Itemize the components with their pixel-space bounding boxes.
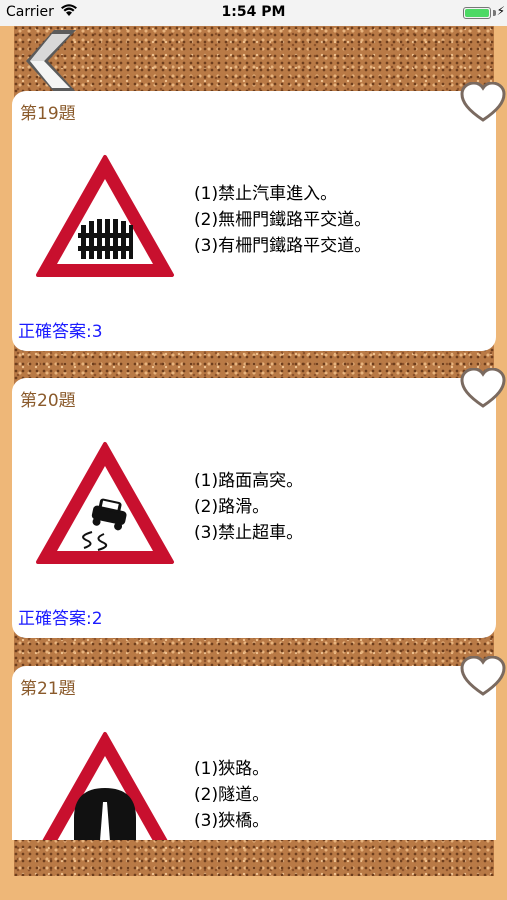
charging-icon: ⚡: [496, 4, 505, 18]
option-3: (3)狹橋。: [194, 811, 270, 831]
option-2: (2)隧道。: [194, 785, 270, 805]
option-2: (2)無柵門鐵路平交道。: [194, 210, 372, 230]
favorite-heart-icon[interactable]: [460, 82, 506, 124]
question-card-20: 第20題 (1)路面高突。 (2)路滑。 (3)禁止超車。 正確答案:2: [12, 378, 496, 638]
tunnel-sign-icon: [42, 732, 168, 840]
option-1: (1)狹路。: [194, 759, 270, 779]
question-card-19: 第19題 (1)禁止汽車進入。 (2)無柵門鐵路平交道。 (3)有柵門鐵路平交道…: [12, 91, 496, 351]
status-time: 1:54 PM: [221, 4, 286, 20]
question-card-21: 第21題 (1)狹路。 (2)隧道。 (3)狹橋。: [12, 666, 496, 840]
option-3: (3)禁止超車。: [194, 523, 304, 543]
question-number: 第21題: [20, 679, 76, 699]
option-3: (3)有柵門鐵路平交道。: [194, 236, 372, 256]
correct-answer: 正確答案:3: [18, 322, 103, 342]
answer-options: (1)路面高突。 (2)路滑。 (3)禁止超車。: [194, 468, 303, 546]
option-2: (2)路滑。: [194, 497, 270, 517]
correct-answer: 正確答案:2: [18, 609, 103, 629]
railway-crossing-sign-icon: [36, 155, 174, 277]
option-1: (1)禁止汽車進入。: [194, 184, 338, 204]
slippery-road-sign-icon: [36, 442, 174, 564]
answer-options: (1)禁止汽車進入。 (2)無柵門鐵路平交道。 (3)有柵門鐵路平交道。: [194, 181, 371, 259]
answer-options: (1)狹路。 (2)隧道。 (3)狹橋。: [194, 756, 269, 834]
favorite-heart-icon[interactable]: [460, 656, 506, 698]
favorite-heart-icon[interactable]: [460, 368, 506, 410]
question-number: 第19題: [20, 104, 76, 124]
battery-tip: [493, 10, 496, 16]
back-chevron-icon[interactable]: [18, 28, 78, 94]
status-bar: Carrier 1:54 PM ⚡: [0, 0, 507, 26]
battery-icon: [463, 7, 491, 19]
question-number: 第20題: [20, 391, 76, 411]
option-1: (1)路面高突。: [194, 471, 304, 491]
